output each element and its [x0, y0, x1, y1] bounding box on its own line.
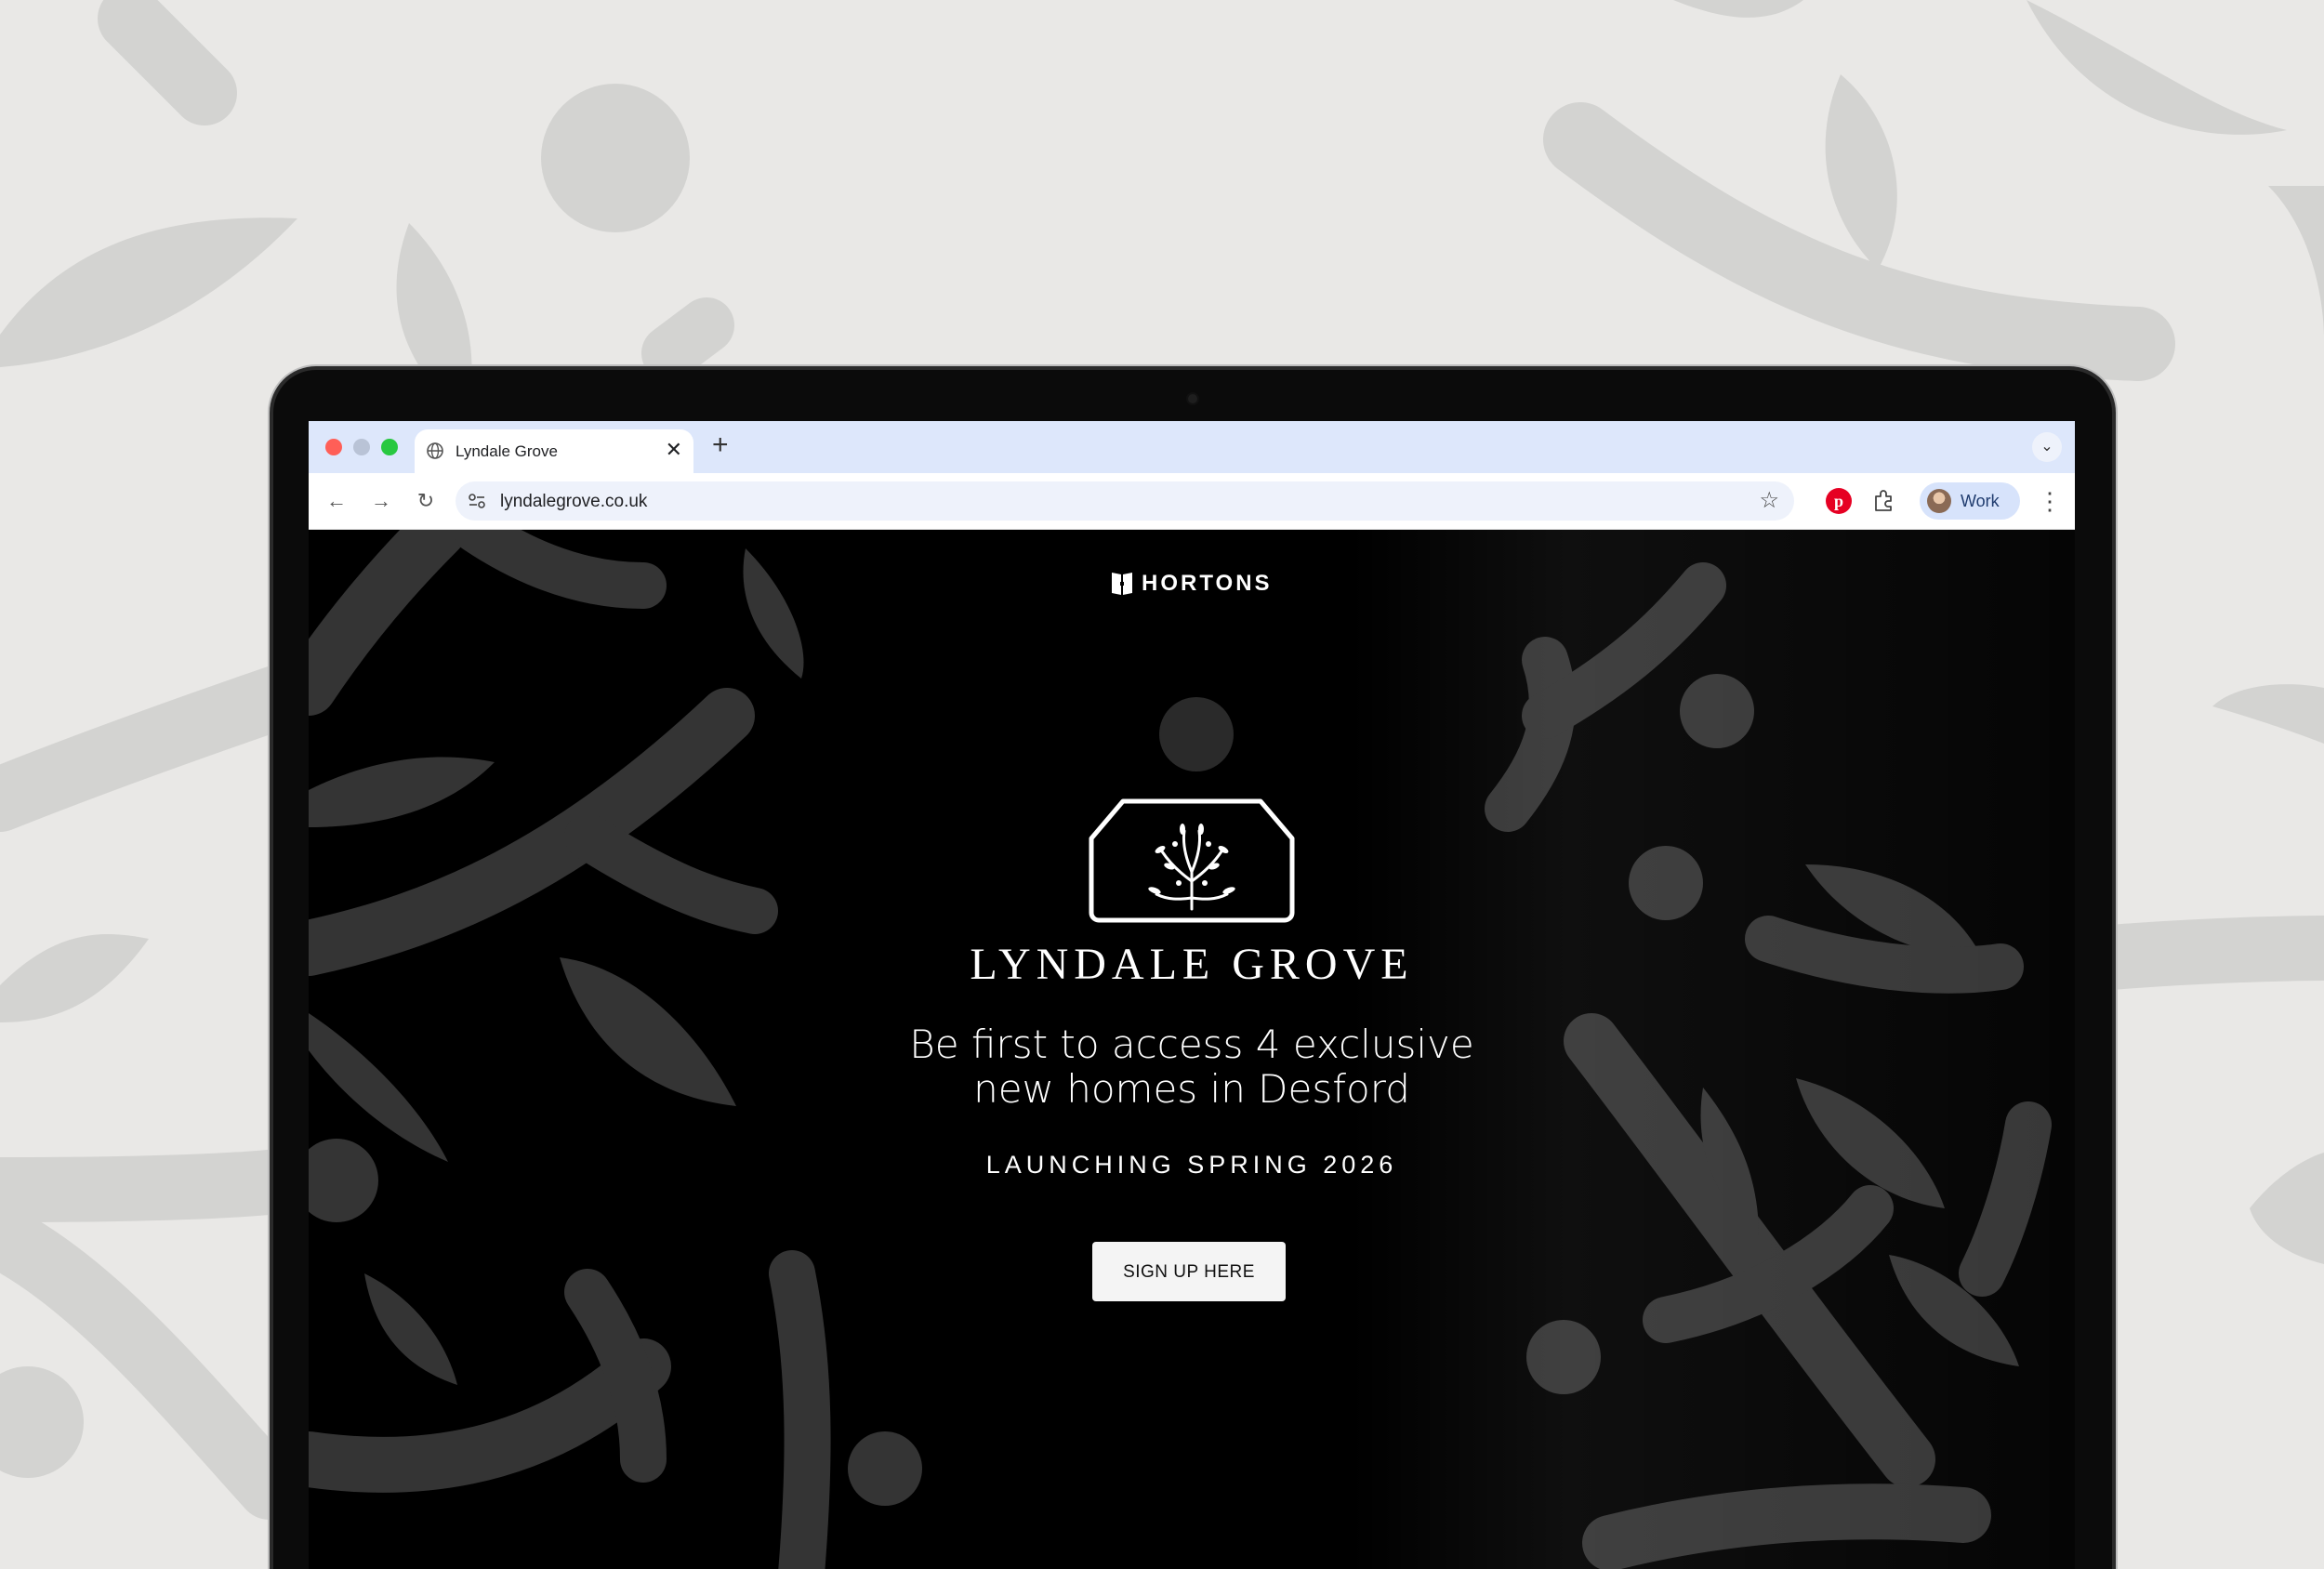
browser-window: Lyndale Grove ✕ + ⌄ ← → ↻ lyndalegrove.c… [309, 421, 2075, 1569]
brand-name: HORTONS [1142, 571, 1273, 596]
extensions-icon[interactable] [1870, 488, 1896, 514]
launch-date: LAUNCHING SPRING 2026 [985, 1151, 1398, 1179]
tab-title: Lyndale Grove [456, 442, 558, 460]
laptop-frame: Lyndale Grove ✕ + ⌄ ← → ↻ lyndalegrove.c… [273, 370, 2112, 1569]
tab-lyndale-grove[interactable]: Lyndale Grove ✕ [415, 429, 693, 473]
reload-icon[interactable]: ↻ [411, 486, 441, 516]
url-text[interactable]: lyndalegrove.co.uk [500, 492, 647, 512]
avatar [1927, 489, 1951, 513]
hortons-logo-icon [1112, 573, 1132, 595]
headline: Be first to access 4 exclusive new homes… [309, 1022, 2075, 1112]
sign-up-button[interactable]: SIGN UP HERE [1092, 1242, 1286, 1301]
headline-line-2: new homes in Desford [973, 1066, 1410, 1112]
tab-list-icon[interactable]: ⌄ [2032, 432, 2062, 462]
close-window-button[interactable] [325, 439, 342, 455]
forward-icon[interactable]: → [366, 486, 396, 516]
back-icon[interactable]: ← [322, 486, 351, 516]
webcam [1188, 394, 1197, 403]
profile-button[interactable]: Work [1920, 482, 2020, 520]
headline-line-1: Be first to access 4 exclusive [909, 1022, 1474, 1067]
pinterest-icon[interactable]: p [1826, 488, 1852, 514]
more-icon[interactable]: ⋮ [2038, 486, 2062, 516]
address-bar[interactable]: lyndalegrove.co.uk ☆ [456, 481, 1794, 521]
star-icon[interactable]: ☆ [1759, 487, 1779, 515]
development-name: LYNDALE GROVE [970, 940, 1414, 989]
profile-name: Work [1961, 492, 2000, 510]
hortons-logo[interactable]: HORTONS [1110, 571, 1273, 597]
minimize-window-button[interactable] [353, 439, 370, 455]
site-settings-icon[interactable] [467, 491, 487, 511]
maximize-window-button[interactable] [381, 439, 398, 455]
globe-icon [427, 442, 443, 459]
new-tab-button[interactable]: + [712, 430, 729, 460]
close-tab-icon[interactable]: ✕ [666, 439, 682, 461]
website-viewport: HORTONS LYNDALE GROVE Be first to access… [309, 530, 2075, 1569]
toolbar: ← → ↻ lyndalegrove.co.uk ☆ p Work ⋮ [309, 473, 2075, 530]
tree-badge-icon [1089, 798, 1295, 923]
tab-bar: Lyndale Grove ✕ + ⌄ [309, 421, 2075, 473]
